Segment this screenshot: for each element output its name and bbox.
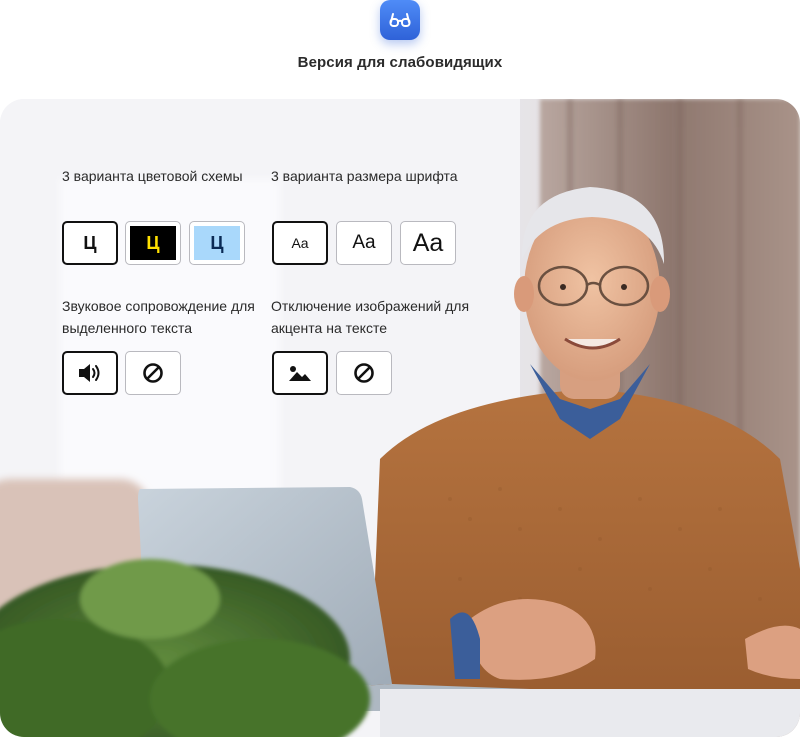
sound-off-button[interactable] <box>125 351 181 395</box>
images-on-button[interactable] <box>272 351 328 395</box>
sound-label: Звуковое сопровождение для выделенного т… <box>62 298 255 336</box>
color-scheme-glyph: Ц <box>83 232 97 253</box>
images-label: Отключение изображений для акцента на те… <box>271 298 470 336</box>
font-size-small-button[interactable]: Aa <box>272 221 328 265</box>
color-scheme-blue-button[interactable]: Ц <box>189 221 245 265</box>
photo-illustration <box>0 99 800 737</box>
images-off-button[interactable] <box>336 351 392 395</box>
hero-panel: 3 варианта цветовой схемы Ц Ц Ц 3 вариан… <box>0 99 800 737</box>
font-size-large-glyph: Aa <box>412 228 444 257</box>
color-scheme-white-button[interactable]: Ц <box>62 221 118 265</box>
font-size-label: 3 варианта размера шрифта <box>271 168 458 184</box>
font-size-small-glyph: Aa <box>291 235 309 251</box>
blue-swatch: Ц <box>194 226 240 260</box>
color-scheme-label: 3 варианта цветовой схемы <box>62 168 243 184</box>
image-icon <box>289 366 311 381</box>
page-title: Версия для слабовидящих <box>297 54 503 71</box>
black-swatch: Ц <box>130 226 176 260</box>
sound-on-button[interactable] <box>62 351 118 395</box>
color-scheme-glyph: Ц <box>210 232 224 253</box>
color-scheme-glyph: Ц <box>146 232 160 253</box>
disabled-icon <box>354 363 374 383</box>
color-scheme-black-button[interactable]: Ц <box>125 221 181 265</box>
speaker-icon <box>79 364 100 382</box>
font-size-medium-glyph: Aa <box>352 232 376 253</box>
disabled-icon <box>143 363 163 383</box>
glasses-icon <box>380 0 420 40</box>
font-size-large-button[interactable]: Aa <box>400 221 456 265</box>
font-size-medium-button[interactable]: Aa <box>336 221 392 265</box>
